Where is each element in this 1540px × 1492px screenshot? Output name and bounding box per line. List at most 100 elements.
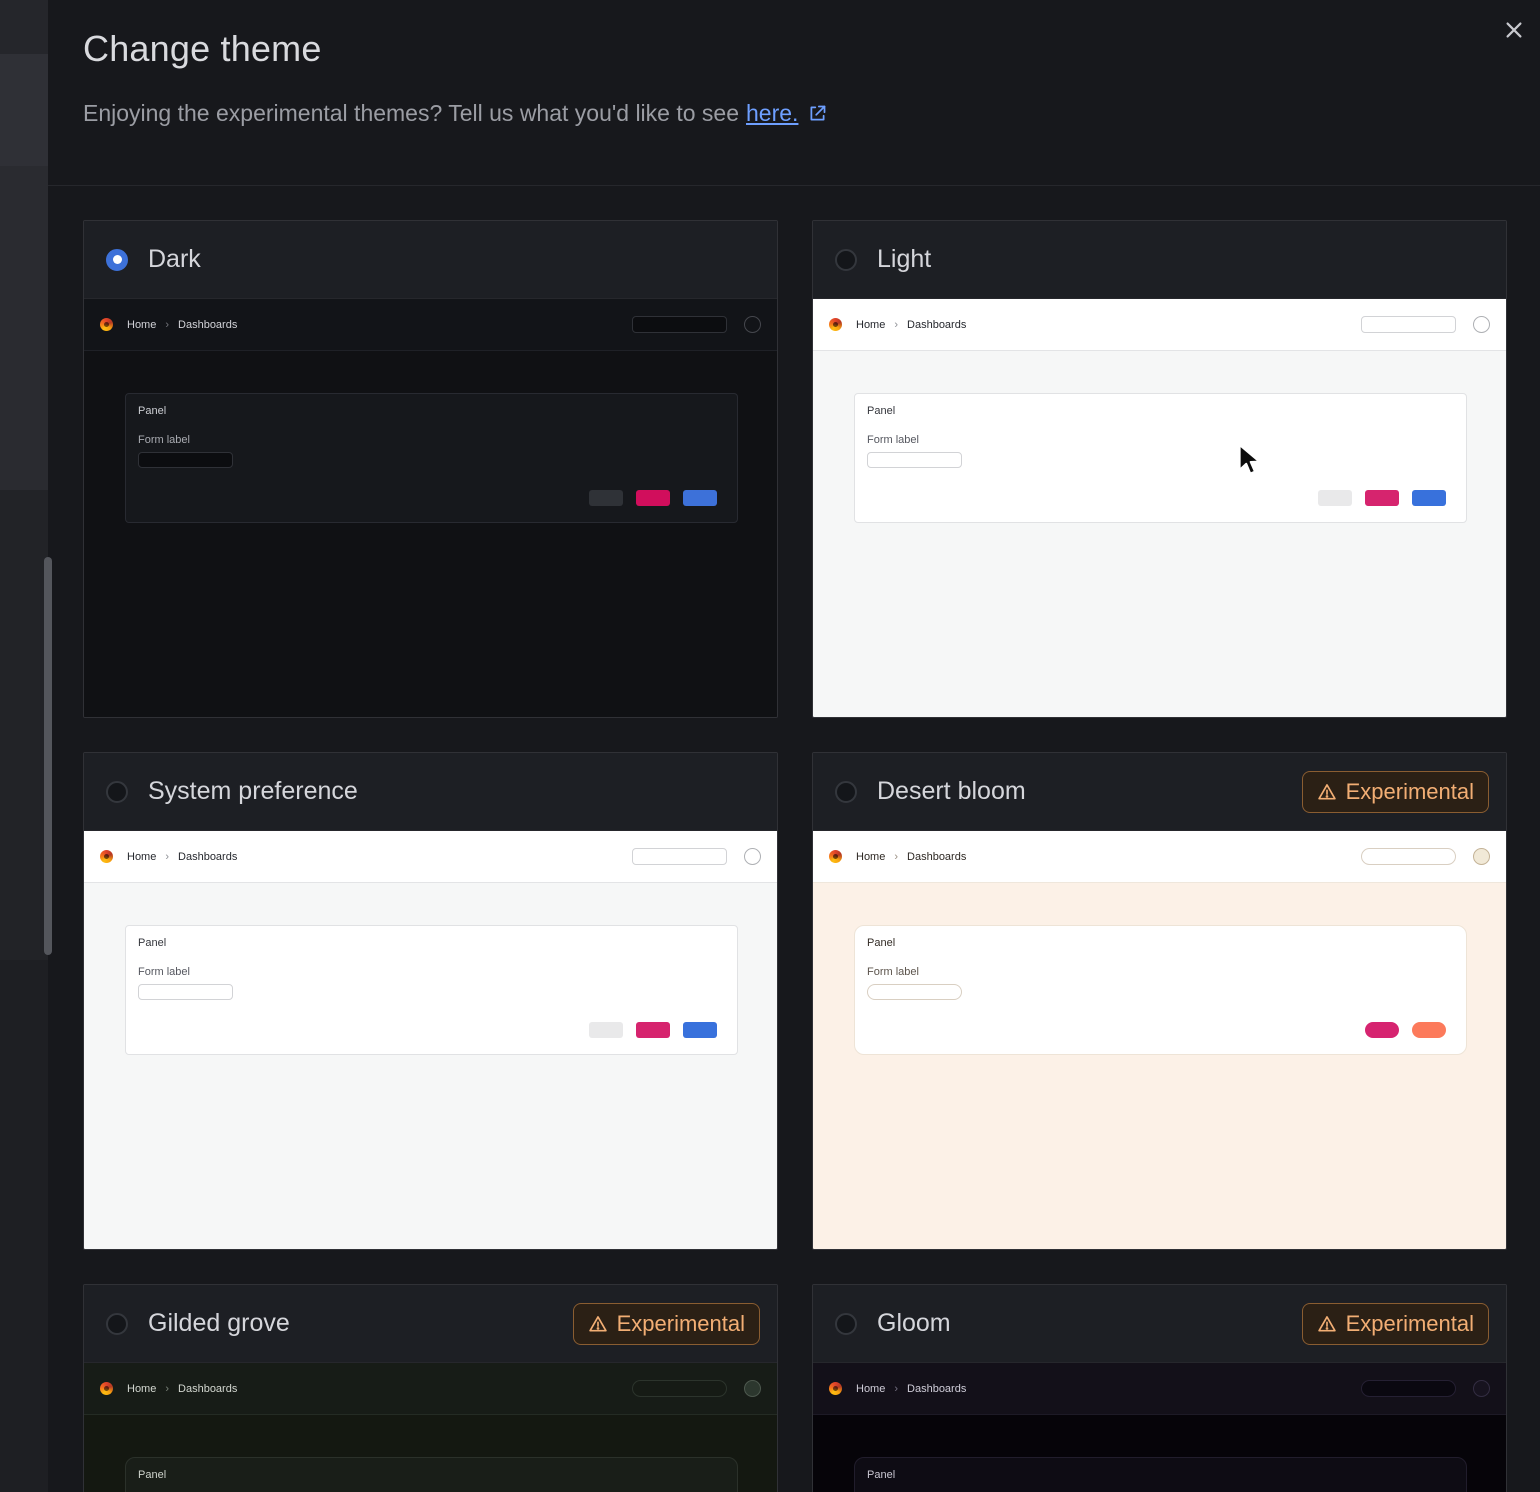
- change-theme-modal: Change theme Enjoying the experimental t…: [48, 0, 1540, 1492]
- preview-button: [683, 490, 717, 506]
- avatar: [744, 848, 761, 865]
- preview-topbar: Home › Dashboards: [813, 299, 1506, 351]
- theme-card-header[interactable]: Dark: [84, 221, 777, 299]
- breadcrumb-dashboards: Dashboards: [907, 319, 966, 331]
- backdrop-active-item: [0, 54, 48, 166]
- experimental-badge-label: Experimental: [1346, 1311, 1474, 1337]
- avatar: [1473, 848, 1490, 865]
- experimental-badge: Experimental: [573, 1303, 760, 1345]
- preview-button: [1412, 1022, 1446, 1038]
- search-input: [1361, 848, 1456, 865]
- theme-card[interactable]: Desert bloom Experimental Home › Dashboa…: [812, 752, 1507, 1250]
- grafana-logo-icon: [100, 850, 113, 863]
- theme-preview: Home › Dashboards Panel Form label: [813, 1363, 1506, 1492]
- breadcrumb-home: Home: [856, 851, 885, 863]
- form-input: [867, 452, 962, 468]
- panel-title: Panel: [867, 405, 895, 417]
- theme-card[interactable]: Dark Home › Dashboards Panel Form label: [83, 220, 778, 718]
- theme-label: Gloom: [877, 1309, 951, 1338]
- form-input: [867, 984, 962, 1000]
- radio-dot: [113, 255, 122, 264]
- breadcrumb-chevron-icon: ›: [165, 319, 169, 331]
- breadcrumb-home: Home: [127, 319, 156, 331]
- theme-card-header[interactable]: Light: [813, 221, 1506, 299]
- theme-card[interactable]: Light Home › Dashboards Panel Form label: [812, 220, 1507, 718]
- breadcrumb-dashboards: Dashboards: [178, 319, 237, 331]
- theme-card-header[interactable]: Gilded grove Experimental: [84, 1285, 777, 1363]
- search-input: [1361, 1380, 1456, 1397]
- breadcrumb-dashboards: Dashboards: [907, 1383, 966, 1395]
- theme-card[interactable]: Gilded grove Experimental Home › Dashboa…: [83, 1284, 778, 1492]
- preview-button: [1365, 1022, 1399, 1038]
- preview-panel: Panel Form label: [125, 1457, 738, 1492]
- app-backdrop: [0, 0, 48, 1492]
- search-input: [1361, 316, 1456, 333]
- modal-title: Change theme: [83, 28, 322, 70]
- preview-button: [1365, 490, 1399, 506]
- search-input: [632, 848, 727, 865]
- preview-panel: Panel Form label: [854, 925, 1467, 1055]
- experimental-badge: Experimental: [1302, 1303, 1489, 1345]
- preview-button: [636, 490, 670, 506]
- breadcrumb-chevron-icon: ›: [165, 851, 169, 863]
- theme-radio[interactable]: [106, 781, 128, 803]
- theme-preview: Home › Dashboards Panel Form label: [813, 299, 1506, 718]
- feedback-link[interactable]: here.: [746, 100, 798, 127]
- preview-button: [636, 1022, 670, 1038]
- theme-grid: Dark Home › Dashboards Panel Form label: [83, 220, 1507, 1492]
- preview-button: [589, 1022, 623, 1038]
- preview-panel: Panel Form label: [125, 393, 738, 523]
- panel-title: Panel: [867, 1469, 895, 1481]
- theme-card[interactable]: Gloom Experimental Home › Dashboards: [812, 1284, 1507, 1492]
- breadcrumb-chevron-icon: ›: [894, 851, 898, 863]
- modal-subtitle: Enjoying the experimental themes? Tell u…: [83, 100, 739, 127]
- theme-radio[interactable]: [106, 1313, 128, 1335]
- avatar: [1473, 316, 1490, 333]
- breadcrumb-chevron-icon: ›: [165, 1383, 169, 1395]
- experimental-badge-label: Experimental: [617, 1311, 745, 1337]
- preview-body: Panel Form label: [84, 351, 777, 718]
- theme-radio[interactable]: [106, 249, 128, 271]
- theme-radio[interactable]: [835, 781, 857, 803]
- breadcrumb-home: Home: [856, 319, 885, 331]
- theme-label: System preference: [148, 777, 358, 806]
- experimental-badge-label: Experimental: [1346, 779, 1474, 805]
- search-input: [632, 316, 727, 333]
- vertical-scrollbar[interactable]: [44, 557, 52, 955]
- warning-icon: [1317, 1314, 1337, 1334]
- breadcrumb-dashboards: Dashboards: [907, 851, 966, 863]
- preview-topbar: Home › Dashboards: [813, 1363, 1506, 1415]
- theme-label: Gilded grove: [148, 1309, 290, 1338]
- backdrop-segment: [0, 166, 48, 490]
- theme-radio[interactable]: [835, 249, 857, 271]
- theme-label: Light: [877, 245, 931, 274]
- breadcrumb-chevron-icon: ›: [894, 319, 898, 331]
- preview-body: Panel Form label: [84, 1415, 777, 1492]
- theme-preview: Home › Dashboards Panel Form label: [84, 299, 777, 718]
- theme-card[interactable]: System preference Home › Dashboards Pane…: [83, 752, 778, 1250]
- panel-title: Panel: [138, 1469, 166, 1481]
- theme-card-header[interactable]: Desert bloom Experimental: [813, 753, 1506, 831]
- theme-label: Desert bloom: [877, 777, 1026, 806]
- breadcrumb-dashboards: Dashboards: [178, 851, 237, 863]
- form-input: [138, 452, 233, 468]
- grafana-logo-icon: [829, 850, 842, 863]
- preview-topbar: Home › Dashboards: [84, 299, 777, 351]
- backdrop-segment: [0, 490, 48, 960]
- modal-subtitle-row: Enjoying the experimental themes? Tell u…: [83, 100, 828, 127]
- theme-card-header[interactable]: Gloom Experimental: [813, 1285, 1506, 1363]
- form-input: [138, 984, 233, 1000]
- button-row: [1318, 490, 1446, 506]
- preview-panel: Panel Form label: [125, 925, 738, 1055]
- search-input: [632, 1380, 727, 1397]
- close-button[interactable]: [1496, 12, 1532, 48]
- header-divider: [48, 185, 1540, 186]
- preview-topbar: Home › Dashboards: [84, 1363, 777, 1415]
- theme-card-header[interactable]: System preference: [84, 753, 777, 831]
- breadcrumb-home: Home: [856, 1383, 885, 1395]
- form-label: Form label: [867, 966, 919, 978]
- theme-radio[interactable]: [835, 1313, 857, 1335]
- form-label: Form label: [867, 434, 919, 446]
- grafana-logo-icon: [829, 318, 842, 331]
- close-icon: [1503, 19, 1525, 41]
